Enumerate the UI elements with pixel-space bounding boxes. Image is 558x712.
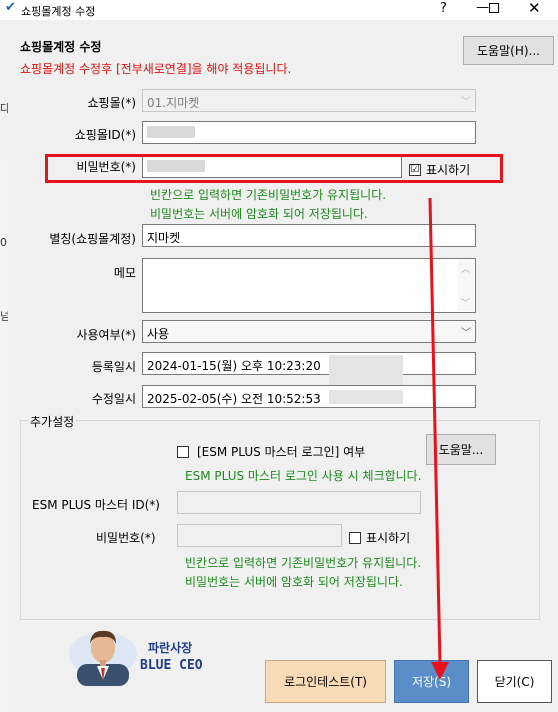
annotation-arrow	[428, 197, 449, 680]
